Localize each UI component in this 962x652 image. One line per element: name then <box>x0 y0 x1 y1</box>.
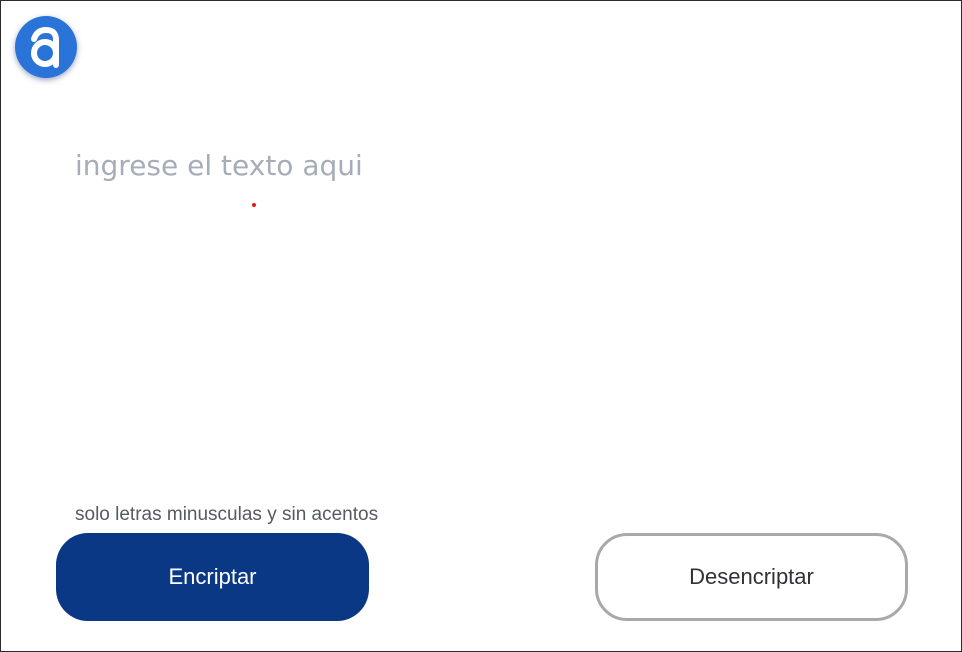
input-hint: solo letras minusculas y sin acentos <box>75 504 379 525</box>
app-frame: solo letras minusculas y sin acentos Enc… <box>0 0 962 652</box>
mouse-cursor-dot <box>252 203 256 207</box>
app-logo-icon <box>15 16 77 78</box>
decrypt-button[interactable]: Desencriptar <box>595 533 908 621</box>
encrypt-button[interactable]: Encriptar <box>56 533 369 621</box>
text-input[interactable] <box>75 149 895 479</box>
